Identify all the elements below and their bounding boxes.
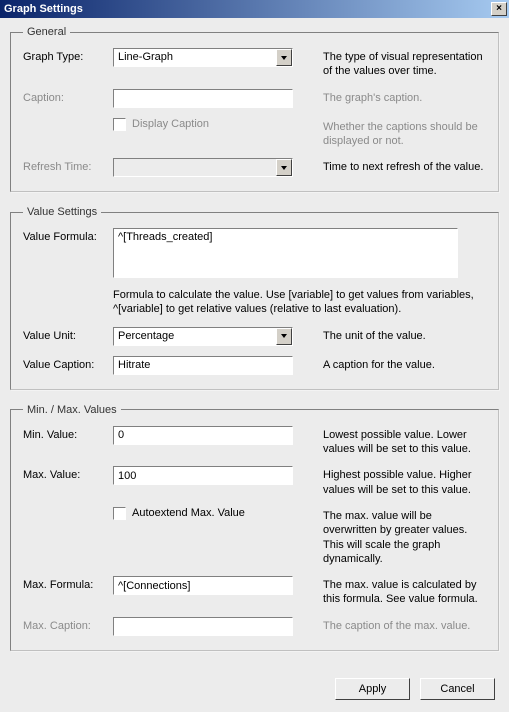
autoextend-label: Autoextend Max. Value <box>132 507 245 519</box>
max-formula-label: Max. Formula: <box>23 576 113 591</box>
caption-input[interactable] <box>113 89 293 108</box>
refresh-time-desc: Time to next refresh of the value. <box>293 158 486 174</box>
value-formula-label: Value Formula: <box>23 228 113 243</box>
value-caption-label: Value Caption: <box>23 356 113 371</box>
value-settings-legend: Value Settings <box>23 206 101 218</box>
max-value-input[interactable] <box>113 466 293 485</box>
general-group: General Graph Type: Line-Graph The type … <box>10 26 499 192</box>
autoextend-checkbox[interactable] <box>113 507 126 520</box>
chevron-down-icon[interactable] <box>276 49 292 66</box>
minmax-legend: Min. / Max. Values <box>23 404 121 416</box>
dialog-content: General Graph Type: Line-Graph The type … <box>0 18 509 712</box>
max-caption-desc: The caption of the max. value. <box>293 617 486 633</box>
chevron-down-icon[interactable] <box>276 328 292 345</box>
graph-type-label: Graph Type: <box>23 48 113 63</box>
button-bar: Apply Cancel <box>335 678 495 700</box>
display-caption-checkbox[interactable] <box>113 118 126 131</box>
refresh-time-value <box>114 159 276 176</box>
chevron-down-icon[interactable] <box>276 159 292 176</box>
min-value-label: Min. Value: <box>23 426 113 441</box>
max-value-desc: Highest possible value. Higher values wi… <box>293 466 486 497</box>
max-formula-input[interactable] <box>113 576 293 595</box>
max-value-label: Max. Value: <box>23 466 113 481</box>
cancel-button[interactable]: Cancel <box>420 678 495 700</box>
value-formula-help: Formula to calculate the value. Use [var… <box>113 288 486 317</box>
caption-label: Caption: <box>23 89 113 104</box>
value-settings-group: Value Settings Value Formula: Formula to… <box>10 206 499 390</box>
apply-button[interactable]: Apply <box>335 678 410 700</box>
max-caption-label: Max. Caption: <box>23 617 113 632</box>
min-value-desc: Lowest possible value. Lower values will… <box>293 426 486 457</box>
value-caption-input[interactable] <box>113 356 293 375</box>
display-caption-desc: Whether the captions should be displayed… <box>293 118 486 149</box>
max-formula-desc: The max. value is calculated by this for… <box>293 576 486 607</box>
refresh-time-select[interactable] <box>113 158 293 177</box>
autoextend-desc: The max. value will be overwritten by gr… <box>293 507 486 566</box>
graph-type-desc: The type of visual representation of the… <box>293 48 486 79</box>
min-value-input[interactable] <box>113 426 293 445</box>
window-title: Graph Settings <box>4 3 83 15</box>
graph-type-value: Line-Graph <box>114 49 276 66</box>
value-unit-value: Percentage <box>114 328 276 345</box>
refresh-time-label: Refresh Time: <box>23 158 113 173</box>
minmax-group: Min. / Max. Values Min. Value: Lowest po… <box>10 404 499 651</box>
title-bar: Graph Settings × <box>0 0 509 18</box>
max-caption-input[interactable] <box>113 617 293 636</box>
general-legend: General <box>23 26 70 38</box>
graph-type-select[interactable]: Line-Graph <box>113 48 293 67</box>
value-caption-desc: A caption for the value. <box>293 356 486 372</box>
value-formula-input[interactable] <box>113 228 458 278</box>
value-unit-desc: The unit of the value. <box>293 327 486 343</box>
caption-desc: The graph's caption. <box>293 89 486 105</box>
value-unit-label: Value Unit: <box>23 327 113 342</box>
display-caption-label: Display Caption <box>132 118 209 130</box>
value-unit-select[interactable]: Percentage <box>113 327 293 346</box>
close-icon[interactable]: × <box>491 2 507 16</box>
